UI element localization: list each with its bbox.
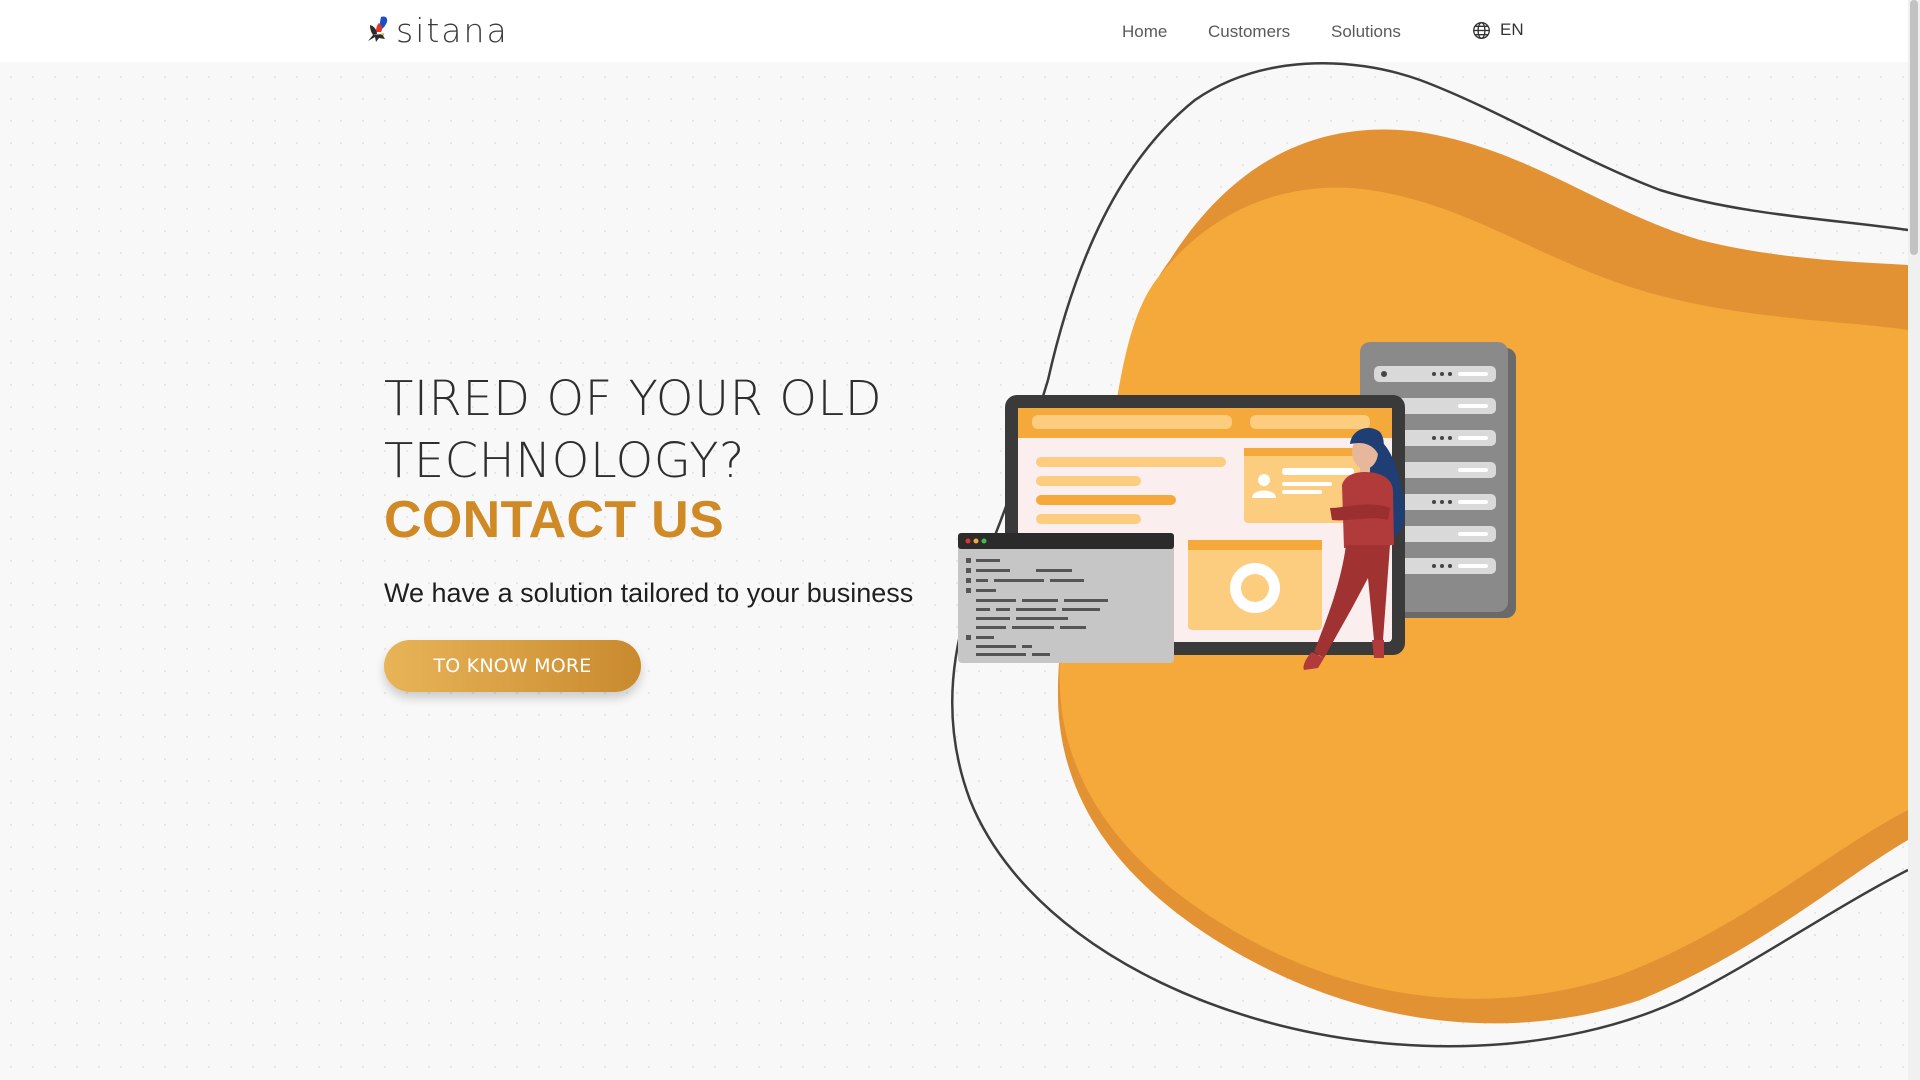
brand-logo[interactable]: sitana xyxy=(362,10,509,50)
hero-subtitle: We have a solution tailored to your busi… xyxy=(384,578,914,608)
nav-item-customers[interactable]: Customers xyxy=(1208,22,1290,42)
hero-title-line-1: TIRED OF YOUR OLD xyxy=(384,371,883,427)
site-header: sitana Home Customers Solutions EN xyxy=(0,0,1908,62)
hero-illustration xyxy=(958,342,1516,670)
hero-title-line-2: TECHNOLOGY? xyxy=(384,433,745,489)
page-scrollbar[interactable] xyxy=(1908,0,1920,1080)
language-label: EN xyxy=(1500,20,1524,39)
globe-icon xyxy=(1473,21,1490,39)
brand-name: sitana xyxy=(396,10,509,50)
bird-logo-icon xyxy=(368,16,388,42)
hero-contact-heading: CONTACT US xyxy=(384,491,725,549)
nav-item-solutions[interactable]: Solutions xyxy=(1331,22,1401,42)
page: sitana Home Customers Solutions EN TIRED… xyxy=(0,0,1920,1080)
to-know-more-button[interactable]: TO KNOW MORE xyxy=(384,640,641,692)
scrollbar-thumb[interactable] xyxy=(1910,0,1918,255)
hero-title: TIRED OF YOUR OLD TECHNOLOGY? xyxy=(384,368,882,492)
nav-item-home[interactable]: Home xyxy=(1122,22,1167,42)
code-window-icon xyxy=(958,533,1174,663)
language-selector[interactable]: EN xyxy=(1472,20,1524,40)
